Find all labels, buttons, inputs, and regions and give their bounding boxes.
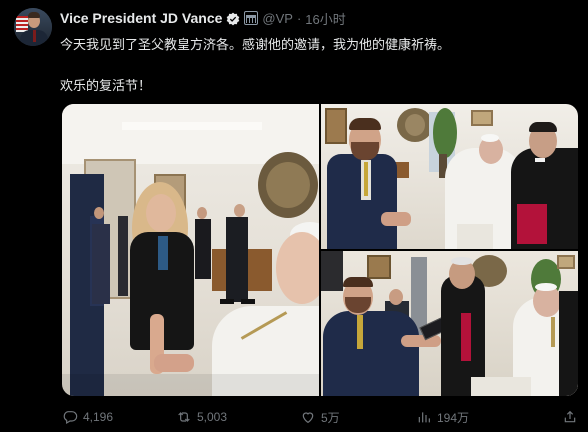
share-icon (564, 410, 576, 423)
tweet-text-line-1: 今天我见到了圣父教皇方济各。感谢他的邀请，我为他的健康祈祷。 (60, 38, 451, 53)
post-time[interactable]: 16小时 (305, 9, 345, 28)
author-avatar[interactable] (14, 8, 52, 46)
views-icon (418, 412, 430, 423)
views-button[interactable]: 194万 (416, 406, 469, 428)
author-handle[interactable]: @VP (262, 11, 293, 26)
tweet: Vice President JD Vance @VP · 16小时 今天我见到… (0, 0, 588, 432)
tweet-header: Vice President JD Vance @VP · 16小时 (60, 8, 346, 28)
author-name[interactable]: Vice President JD Vance (60, 10, 222, 26)
media-grid (62, 104, 578, 396)
views-count: 194万 (437, 410, 470, 425)
share-button[interactable] (562, 406, 578, 428)
like-button[interactable]: 5万 (300, 406, 340, 428)
photo-meeting-greeting[interactable] (62, 104, 319, 396)
tweet-text-line-2: 欢乐的复活节！ (60, 79, 152, 94)
photo-gift-exchange[interactable] (321, 251, 578, 396)
like-count: 5万 (321, 410, 340, 425)
verified-badge-icon (226, 11, 240, 26)
action-bar: 4,196 5,003 5万 194万 (62, 406, 578, 428)
photo-seated-conversation[interactable] (321, 104, 578, 249)
repost-icon (178, 412, 190, 422)
like-icon (302, 412, 314, 424)
repost-count: 5,003 (197, 410, 228, 424)
reply-button[interactable]: 4,196 (62, 406, 113, 428)
reply-icon (63, 411, 78, 425)
reply-count: 4,196 (83, 410, 114, 424)
repost-button[interactable]: 5,003 (176, 406, 227, 428)
separator: · (296, 10, 302, 26)
government-badge-icon (244, 11, 259, 25)
